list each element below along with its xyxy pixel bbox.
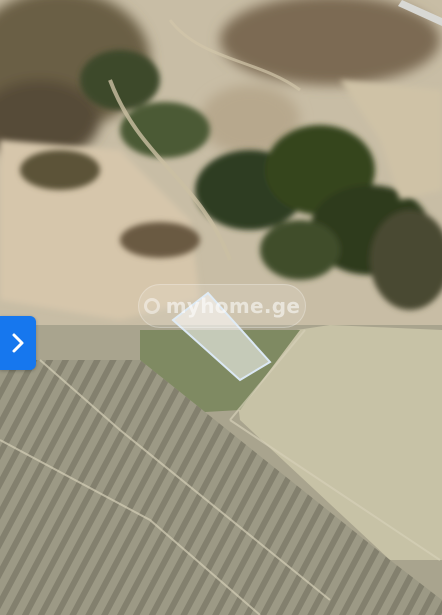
next-image-button[interactable] bbox=[0, 316, 36, 370]
chevron-right-icon bbox=[12, 333, 24, 353]
satellite-map[interactable] bbox=[0, 0, 442, 615]
